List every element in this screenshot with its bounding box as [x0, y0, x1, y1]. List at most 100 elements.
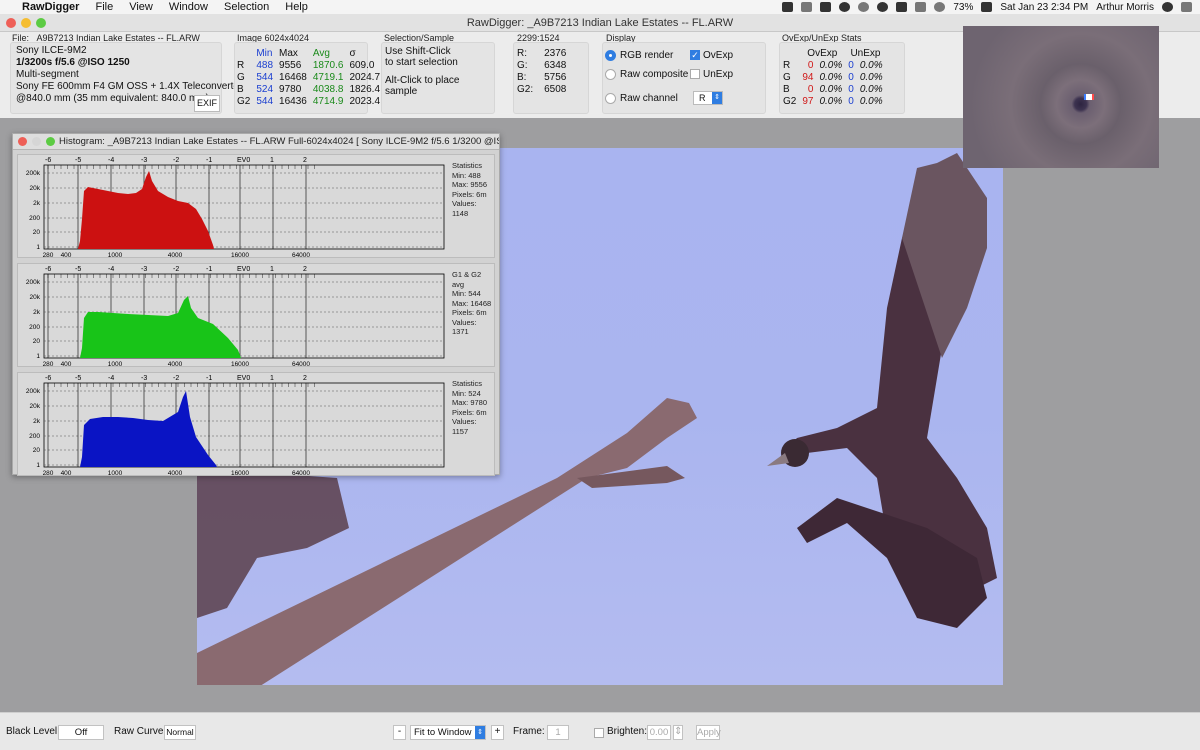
unexp-label: UnExp	[703, 69, 734, 80]
histogram-plot: -6 -5 -4 -3 -2 -1 EV0 1 2200k20k2k200201280 400 10…	[26, 266, 445, 368]
menu-app-name[interactable]: RawDigger	[22, 1, 79, 13]
ev-label: -1	[206, 157, 212, 164]
raw-composite-option[interactable]: Raw composite	[605, 69, 688, 80]
ovexp-label: OvExp	[703, 50, 734, 61]
histogram-stat-stats-title: Statistics	[452, 161, 483, 170]
metering-mode: Multi-segment	[16, 69, 79, 80]
row-channel: B	[237, 83, 244, 95]
user-avatar-icon[interactable]	[1162, 2, 1173, 12]
raw-curve-field[interactable]: Normal	[164, 725, 196, 740]
y-tick-label: 200k	[26, 279, 41, 286]
histogram-stat-pixels: Pixels: 6m	[452, 407, 487, 417]
ev-label: -5	[75, 266, 81, 273]
ev-label: -4	[108, 157, 114, 164]
x-tick-label: 400	[61, 361, 72, 368]
display-icon[interactable]	[915, 2, 927, 12]
ovexp-count: 0	[807, 59, 814, 71]
raw-channel-option[interactable]: Raw channel	[605, 93, 678, 104]
row-min: 488	[256, 59, 274, 71]
menu-file[interactable]: File	[95, 1, 113, 13]
ovexp-row-b: B 0 0.0% 0 0.0%	[780, 83, 886, 95]
checkbox-icon[interactable]	[690, 69, 700, 80]
hdd-icon[interactable]	[820, 2, 832, 12]
raw-channel-select[interactable]: R ⇕	[693, 91, 723, 105]
image-stats-row-b: B 524 9780 4038.8 1826.4	[234, 83, 383, 95]
menu-user[interactable]: Arthur Morris	[1096, 2, 1154, 13]
checkmark-icon[interactable]: ✓	[690, 50, 700, 61]
control-center-icon[interactable]	[1181, 2, 1192, 12]
x-tick-label: 64000	[292, 252, 310, 259]
minimize-histogram-icon[interactable]	[32, 137, 41, 146]
apply-button[interactable]: Apply	[696, 725, 721, 740]
chevron-updown-icon: ⇕	[712, 92, 722, 104]
close-window-icon[interactable]	[6, 18, 16, 28]
histogram-title: Histogram: _A9B7213 Indian Lake Estates …	[59, 136, 499, 147]
zoom-in-button[interactable]: +	[491, 725, 504, 740]
brighten-checkbox-icon[interactable]	[594, 728, 604, 738]
histogram-plot: -6 -5 -4 -3 -2 -1 EV0 1 2200k20k2k200201280 400 10…	[26, 157, 445, 259]
zoom-histogram-icon[interactable]	[46, 137, 55, 146]
histogram-titlebar[interactable]: Histogram: _A9B7213 Indian Lake Estates …	[13, 134, 499, 150]
unexp-toggle[interactable]: UnExp	[690, 69, 733, 80]
y-tick-label: 2k	[33, 418, 41, 425]
menu-help[interactable]: Help	[285, 1, 308, 13]
bottom-toolbar: Black Level: Off Raw Curve: Normal - Fit…	[0, 712, 1200, 750]
ev-label: EV0	[237, 266, 250, 273]
row-sigma: 1826.4	[349, 83, 381, 95]
x-tick-label: 400	[61, 470, 72, 477]
ovexp-toggle[interactable]: ✓ OvExp	[690, 50, 733, 61]
brighten-stepper[interactable]: ⇕	[673, 725, 683, 740]
x-tick-label: 280	[43, 470, 54, 477]
screen-record-icon[interactable]	[782, 2, 794, 12]
ev-label: -5	[75, 375, 81, 382]
selection-help-line: Use Shift-Click	[385, 46, 451, 57]
brighten-field[interactable]: 0.00	[647, 725, 671, 740]
row-channel: G	[237, 71, 245, 83]
radio-icon[interactable]	[605, 93, 616, 104]
hdr-ovexp: OvExp	[807, 47, 838, 59]
x-tick-label: 16000	[231, 252, 249, 259]
black-level-field[interactable]: Off	[58, 725, 104, 740]
image-stats-row-g2: G2 544 16436 4714.9 2023.4	[234, 95, 383, 107]
wifi-icon[interactable]	[934, 2, 946, 12]
hdr-sigma: σ	[349, 47, 356, 59]
sample-value: 6348	[544, 59, 567, 71]
row-channel: B	[783, 83, 790, 95]
exposure-info: 1/3200s f/5.6 @ISO 1250	[16, 57, 130, 68]
sample-help-line: sample	[385, 86, 418, 97]
exif-button[interactable]: EXIF	[194, 95, 220, 112]
menu-window[interactable]: Window	[169, 1, 208, 13]
row-avg: 1870.6	[312, 59, 344, 71]
zoom-out-button[interactable]: -	[393, 725, 406, 740]
hdr-max: Max	[279, 47, 298, 59]
malwarebytes-icon[interactable]	[896, 2, 908, 12]
y-tick-label: 20	[33, 447, 41, 454]
c-icon[interactable]	[877, 2, 889, 12]
histogram-window[interactable]: Histogram: _A9B7213 Indian Lake Estates …	[12, 133, 500, 477]
minimize-window-icon[interactable]	[21, 18, 31, 28]
creative-cloud-icon[interactable]	[839, 2, 851, 12]
radio-selected-icon[interactable]	[605, 50, 616, 61]
y-tick-label: 20	[33, 229, 41, 236]
zoom-window-icon[interactable]	[36, 18, 46, 28]
y-tick-label: 20k	[30, 403, 41, 410]
x-tick-label: 4000	[168, 361, 183, 368]
frame-select[interactable]: 1	[547, 725, 569, 740]
menu-selection[interactable]: Selection	[224, 1, 269, 13]
radio-icon[interactable]	[605, 69, 616, 80]
status-icon[interactable]	[858, 2, 870, 12]
calendar-icon[interactable]	[801, 2, 813, 12]
zoom-select[interactable]: Fit to Window ⇕	[410, 725, 486, 740]
ev-label: -2	[173, 157, 179, 164]
image-stats-row-g: G 544 16468 4719.1 2024.7	[234, 71, 383, 83]
menu-clock[interactable]: Sat Jan 23 2:34 PM	[1000, 2, 1088, 13]
battery-icon[interactable]	[981, 2, 993, 12]
rgb-render-option[interactable]: RGB render	[605, 50, 673, 61]
close-histogram-icon[interactable]	[18, 137, 27, 146]
ovexp-percent: 0.0%	[819, 83, 843, 95]
row-channel: G2	[783, 95, 797, 107]
battery-percent[interactable]: 73%	[953, 2, 973, 13]
frame-label: Frame:	[513, 726, 545, 737]
menu-view[interactable]: View	[129, 1, 153, 13]
ev-label: EV0	[237, 375, 250, 382]
